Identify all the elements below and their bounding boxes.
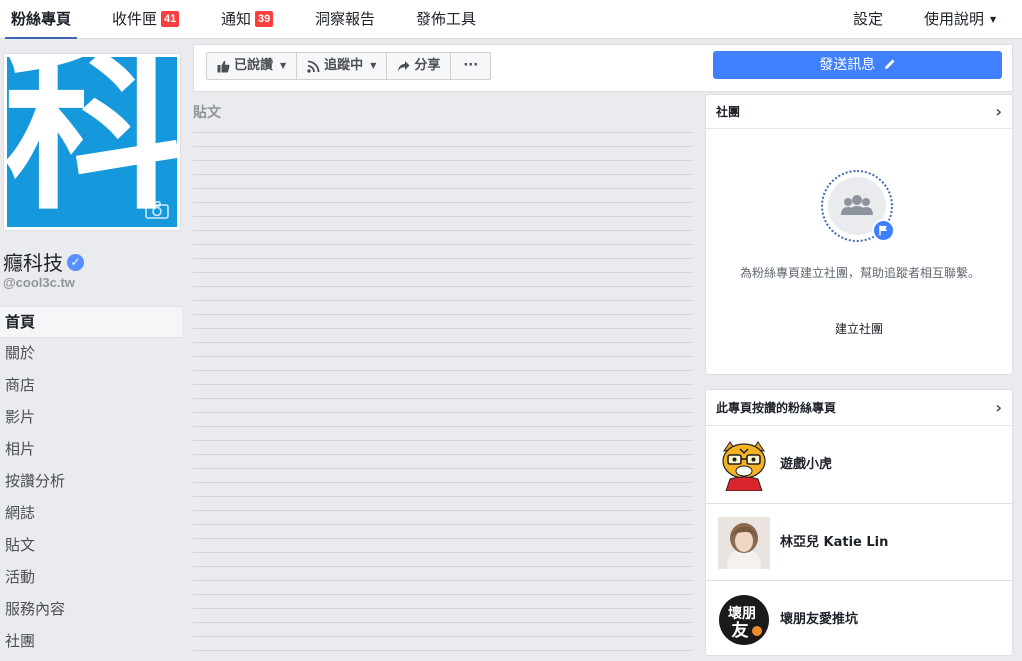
thumbs-up-icon [217, 60, 230, 72]
share-label: 分享 [414, 58, 441, 73]
bad-friend-logo-avatar: 壞朋 友 [718, 594, 770, 646]
groups-card-title: 社團 [716, 105, 741, 119]
liked-page-item[interactable]: 遊戲小虎 [706, 426, 1012, 503]
tab-page-label: 粉絲專頁 [11, 10, 72, 28]
liked-button[interactable]: 已說讚 ▼ [206, 52, 298, 80]
share-arrow-icon [398, 60, 410, 71]
create-group-link[interactable]: 建立社團 [706, 320, 1012, 337]
verified-badge-icon: ✓ [67, 254, 84, 271]
tab-insights-label: 洞察報告 [315, 10, 376, 28]
chevron-down-icon: ▼ [990, 15, 997, 24]
tab-publishing-tools-label: 發佈工具 [416, 10, 477, 28]
page-action-bar: 已說讚 ▼ 追蹤中 ▼ 分享 ··· 發送訊息 [193, 44, 1013, 92]
more-options-button[interactable]: ··· [450, 52, 492, 80]
sidebar-item-groups[interactable]: 社團 [0, 626, 182, 658]
person-photo-icon [718, 517, 770, 569]
liked-pages-list: 遊戲小虎 林亞兒 Katie Lin 壞朋 友 壞朋友愛推坑 [706, 426, 1012, 657]
tab-inbox-label: 收件匣 [112, 10, 158, 28]
tab-insights[interactable]: 洞察報告 [315, 0, 375, 39]
sidebar-item-services[interactable]: 服務內容 [0, 594, 182, 626]
camera-icon[interactable] [145, 201, 169, 219]
liked-label: 已說讚 [234, 58, 274, 73]
sidebar-item-likes[interactable]: 按讚分析 [0, 466, 182, 498]
profile-logo: 科 [7, 57, 177, 227]
liked-page-name: 壞朋友愛推坑 [780, 612, 859, 627]
svg-text:友: 友 [732, 620, 749, 641]
sidebar-item-about[interactable]: 關於 [0, 338, 182, 370]
tiger-icon [718, 439, 770, 491]
chevron-down-icon: ▼ [370, 61, 377, 70]
tab-notifications[interactable]: 通知 39 [221, 0, 274, 39]
inbox-count-badge: 41 [161, 11, 180, 27]
chevron-right-icon[interactable]: › [995, 390, 1002, 426]
rss-icon [307, 60, 320, 73]
sidebar-item-events[interactable]: 活動 [0, 562, 182, 594]
liked-page-item[interactable]: 壞朋 友 壞朋友愛推坑 [706, 580, 1012, 657]
tab-page[interactable]: 粉絲專頁 [5, 0, 78, 39]
page-admin-tabs: 粉絲專頁 收件匣 41 通知 39 洞察報告 發佈工具 設定 使用說明 ▼ [0, 0, 1022, 39]
share-button[interactable]: 分享 [386, 52, 452, 80]
more-options-icon: ··· [463, 58, 479, 73]
settings-label: 設定 [853, 10, 884, 28]
tab-publishing-tools[interactable]: 發佈工具 [416, 0, 476, 39]
sidebar-item-notes[interactable]: 網誌 [0, 498, 182, 530]
following-button[interactable]: 追蹤中 ▼ [296, 52, 388, 80]
tab-inbox[interactable]: 收件匣 41 [112, 0, 180, 39]
svg-text:壞朋: 壞朋 [728, 605, 756, 622]
page-title: 癮科技 ✓ [3, 247, 84, 276]
sidebar-item-videos[interactable]: 影片 [0, 402, 182, 434]
liked-page-name: 遊戲小虎 [780, 457, 833, 472]
tiger-avatar [718, 439, 770, 491]
profile-picture[interactable]: 科 [3, 53, 181, 231]
liked-pages-card: 此專頁按讚的粉絲專頁 › 遊戲小虎 林亞兒 Katie Lin 壞朋 友 壞朋友… [705, 389, 1013, 656]
help-label: 使用說明 [924, 10, 985, 28]
chevron-down-icon: ▼ [280, 61, 287, 70]
action-button-group: 已說讚 ▼ 追蹤中 ▼ 分享 ··· [206, 52, 492, 80]
help-menu[interactable]: 使用說明 ▼ [924, 0, 996, 39]
pencil-icon [884, 59, 895, 69]
page-sidebar-nav: 首頁 關於 商店 影片 相片 按讚分析 網誌 貼文 活動 服務內容 社團 [0, 306, 182, 658]
groups-card-header[interactable]: 社團 › [706, 95, 1012, 129]
chevron-right-icon[interactable]: › [995, 95, 1002, 129]
send-message-button[interactable]: 發送訊息 [713, 51, 1002, 79]
settings-link[interactable]: 設定 [853, 0, 883, 39]
following-label: 追蹤中 [324, 58, 364, 73]
person-photo-avatar [718, 517, 770, 569]
sidebar-item-photos[interactable]: 相片 [0, 434, 182, 466]
posts-section-title: 貼文 [193, 105, 221, 121]
groups-description: 為粉絲專頁建立社團，幫助追蹤者相互聯繫。 [739, 266, 980, 280]
posts-loading-placeholder [193, 132, 693, 661]
sidebar-item-home[interactable]: 首頁 [0, 306, 182, 338]
liked-page-name: 林亞兒 Katie Lin [780, 535, 889, 550]
send-message-label: 發送訊息 [819, 57, 876, 73]
page-username[interactable]: @cool3c.tw [3, 275, 75, 290]
groups-card: 社團 › 為粉絲專頁建立社團，幫助追蹤者相互聯繫。 建立社團 [705, 94, 1013, 375]
bad-friend-logo: 壞朋 友 [719, 595, 769, 645]
tab-notifications-label: 通知 [221, 10, 252, 28]
notifications-count-badge: 39 [255, 11, 274, 27]
flag-icon [872, 219, 895, 242]
liked-pages-card-header[interactable]: 此專頁按讚的粉絲專頁 › [706, 390, 1012, 426]
page-name-text: 癮科技 [3, 251, 63, 275]
sidebar-item-shop[interactable]: 商店 [0, 370, 182, 402]
liked-page-item[interactable]: 林亞兒 Katie Lin [706, 503, 1012, 580]
liked-pages-card-title: 此專頁按讚的粉絲專頁 [716, 401, 837, 415]
sidebar-item-posts[interactable]: 貼文 [0, 530, 182, 562]
